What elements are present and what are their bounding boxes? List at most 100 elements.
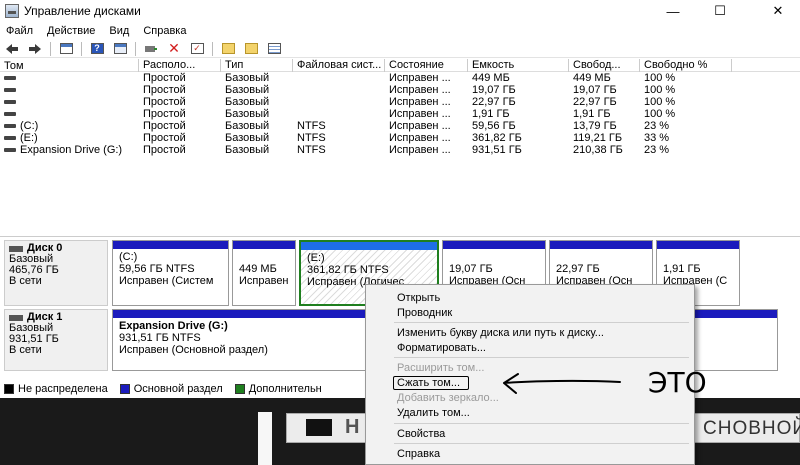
volume-status: Исправен ... — [389, 96, 451, 108]
toolbar-separator — [212, 41, 213, 56]
volume-list: Простой Базовый Исправен ... 449 МБ 449 … — [0, 72, 800, 156]
legend-label: Основной раздел — [133, 383, 223, 395]
volume-list-header: Том Располо... Тип Файловая сист... Сост… — [0, 59, 800, 72]
properties-icon[interactable] — [58, 42, 74, 56]
partition-title: (E:) — [307, 252, 325, 264]
drive-icon — [4, 148, 16, 152]
volume-capacity: 449 МБ — [472, 72, 510, 84]
menu-separator — [394, 357, 689, 358]
annotation-label: ЭТО — [648, 366, 707, 399]
disk-0-label[interactable]: Диск 0 Базовый 465,76 ГБ В сети — [4, 240, 108, 306]
drive-icon — [4, 76, 16, 80]
volume-free-percent: 23 % — [644, 120, 670, 132]
volume-free-percent: 33 % — [644, 132, 670, 144]
column-header-free-space[interactable]: Свобод... — [569, 59, 640, 72]
forward-icon[interactable] — [27, 42, 43, 56]
search-folder-icon[interactable] — [243, 42, 259, 56]
volume-filesystem — [293, 108, 385, 120]
partition-c[interactable]: (C:) 59,56 ГБ NTFS Исправен (Систем — [112, 240, 229, 306]
legend-label: Не распределена — [18, 383, 108, 395]
column-header-volume[interactable]: Том — [0, 59, 139, 72]
back-icon[interactable] — [4, 42, 20, 56]
partition-size: 22,97 ГБ — [556, 263, 600, 275]
legend-swatch-primary — [119, 384, 130, 394]
menu-item-format[interactable]: Форматировать... — [397, 342, 486, 354]
annotation-highlight-box — [393, 376, 469, 390]
menu-help[interactable]: Справка — [143, 25, 186, 37]
disk-status: В сети — [9, 344, 42, 356]
volume-free-percent: 100 % — [644, 72, 676, 84]
column-header-free-percent[interactable]: Свободно % — [640, 59, 732, 72]
volume-name: Expansion Drive (G:) — [20, 144, 123, 156]
toolbar-separator — [50, 41, 51, 56]
volume-free-percent: 100 % — [644, 108, 676, 120]
volume-free-percent: 100 % — [644, 84, 676, 96]
table-row[interactable]: Простой Базовый Исправен ... 22,97 ГБ 22… — [0, 96, 800, 108]
volume-free-percent: 100 % — [644, 96, 676, 108]
volume-capacity: 22,97 ГБ — [472, 96, 516, 108]
legend-swatch-extended — [234, 384, 245, 394]
menu-item-change-drive-letter[interactable]: Изменить букву диска или путь к диску... — [397, 327, 604, 339]
delete-icon[interactable]: ✕ — [166, 40, 182, 56]
toolbar-separator — [135, 41, 136, 56]
menu-file[interactable]: Файл — [6, 25, 33, 37]
column-header-capacity[interactable]: Емкость — [468, 59, 569, 72]
partition-size: 1,91 ГБ — [663, 263, 701, 275]
menu-item-delete-volume[interactable]: Удалить том... — [397, 407, 470, 419]
volume-filesystem — [293, 72, 385, 84]
disk-status: В сети — [9, 275, 42, 287]
menu-item-explorer[interactable]: Проводник — [397, 307, 452, 319]
help-icon[interactable]: ? — [89, 42, 105, 56]
volume-status: Исправен ... — [389, 108, 451, 120]
background-black-swatch — [306, 419, 332, 436]
volume-status: Исправен ... — [389, 84, 451, 96]
volume-status: Исправен ... — [389, 132, 451, 144]
connect-icon[interactable] — [143, 42, 159, 56]
volume-name: (C:) — [20, 120, 39, 132]
close-button[interactable]: ✕ — [755, 0, 800, 22]
table-row[interactable]: Expansion Drive (G:) Простой Базовый NTF… — [0, 144, 800, 156]
partition-size: 59,56 ГБ NTFS — [119, 263, 195, 275]
console-icon[interactable] — [112, 42, 128, 56]
legend-label: Дополнительн — [248, 383, 322, 395]
volume-filesystem: NTFS — [297, 120, 326, 132]
partition-recovery[interactable]: 449 МБ Исправен — [232, 240, 296, 306]
menu-item-help[interactable]: Справка — [397, 448, 440, 460]
menu-view[interactable]: Вид — [109, 25, 129, 37]
table-row[interactable]: Простой Базовый Исправен ... 1,91 ГБ 1,9… — [0, 108, 800, 120]
menu-item-properties[interactable]: Свойства — [397, 428, 445, 440]
column-header-status[interactable]: Состояние — [385, 59, 468, 72]
volume-capacity: 1,91 ГБ — [472, 108, 510, 120]
disk-management-app-icon — [5, 4, 19, 18]
volume-type: Базовый — [225, 132, 270, 144]
volume-free-space: 119,21 ГБ — [573, 132, 623, 144]
volume-type: Базовый — [225, 72, 270, 84]
minimize-button[interactable]: — — [650, 0, 696, 22]
column-header-type[interactable]: Тип — [221, 59, 293, 72]
volume-free-space: 210,38 ГБ — [573, 144, 623, 156]
disk-1-label[interactable]: Диск 1 Базовый 931,51 ГБ В сети — [4, 309, 108, 371]
background-text-right: СНОВНОЙ — [703, 418, 800, 439]
volume-free-space: 19,07 ГБ — [573, 84, 617, 96]
table-row[interactable]: (C:) Простой Базовый NTFS Исправен ... 5… — [0, 120, 800, 132]
new-folder-icon[interactable] — [220, 42, 236, 56]
list-icon[interactable] — [266, 42, 282, 56]
maximize-button[interactable]: ☐ — [697, 0, 743, 22]
check-icon[interactable]: ✓ — [189, 42, 205, 56]
table-row[interactable]: Простой Базовый Исправен ... 19,07 ГБ 19… — [0, 84, 800, 96]
volume-layout: Простой — [143, 84, 186, 96]
menu-action[interactable]: Действие — [47, 25, 95, 37]
background-text-left: Н — [345, 416, 360, 438]
menu-separator — [394, 443, 689, 444]
partition-size: 19,07 ГБ — [449, 263, 493, 275]
partition-size: 449 МБ — [239, 263, 277, 275]
column-header-filesystem[interactable]: Файловая сист... — [293, 59, 385, 72]
volume-layout: Простой — [143, 108, 186, 120]
menu-item-open[interactable]: Открыть — [397, 292, 440, 304]
column-header-layout[interactable]: Располо... — [139, 59, 221, 72]
table-row[interactable]: (E:) Простой Базовый NTFS Исправен ... 3… — [0, 132, 800, 144]
volume-filesystem: NTFS — [297, 144, 326, 156]
background-scroll-thumb — [258, 412, 272, 465]
volume-free-percent: 23 % — [644, 144, 670, 156]
table-row[interactable]: Простой Базовый Исправен ... 449 МБ 449 … — [0, 72, 800, 84]
